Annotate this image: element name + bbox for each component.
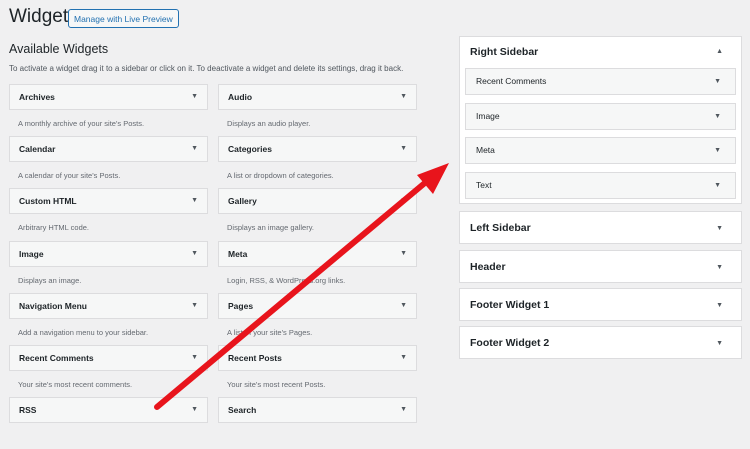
widget-archives-header[interactable]: Archives ▼ (9, 84, 208, 110)
widget-label: Image (19, 249, 44, 259)
widget-categories: Categories ▼ A list or dropdown of categ… (218, 136, 417, 188)
caret-down-icon: ▼ (191, 302, 198, 309)
widget-label: RSS (19, 405, 37, 415)
widget-description: Displays an image. (18, 276, 82, 285)
widget-audio-header[interactable]: Audio ▼ (218, 84, 417, 110)
caret-down-icon: ▼ (400, 145, 407, 152)
widget-label: Archives (19, 92, 55, 102)
caret-down-icon: ▼ (400, 250, 407, 257)
sidebar-widget-label: Text (476, 180, 492, 190)
caret-down-icon: ▼ (400, 197, 407, 204)
widget-rss: RSS ▼ (9, 397, 208, 449)
widget-search-header[interactable]: Search ▼ (218, 397, 417, 423)
widget-archives: Archives ▼ A monthly archive of your sit… (9, 84, 208, 136)
widget-calendar-header[interactable]: Calendar ▼ (9, 136, 208, 162)
widget-label: Pages (228, 301, 254, 311)
widget-meta-header[interactable]: Meta ▼ (218, 241, 417, 267)
widget-pages-header[interactable]: Pages ▼ (218, 293, 417, 319)
footer-widget-1-title: Footer Widget 1 (470, 299, 550, 311)
caret-down-icon: ▼ (191, 145, 198, 152)
widget-search: Search ▼ (218, 397, 417, 449)
widget-label: Custom HTML (19, 196, 77, 206)
caret-down-icon: ▼ (714, 147, 721, 154)
left-sidebar-panel[interactable]: Left Sidebar ▼ (459, 211, 742, 244)
caret-down-icon: ▼ (400, 406, 407, 413)
widget-description: Your site's most recent Posts. (227, 380, 326, 389)
widget-recent-posts-header[interactable]: Recent Posts ▼ (218, 345, 417, 371)
widget-label: Meta (228, 249, 248, 259)
caret-up-icon[interactable]: ▲ (716, 37, 723, 67)
widget-label: Recent Comments (19, 353, 94, 363)
widget-audio: Audio ▼ Displays an audio player. (218, 84, 417, 136)
right-sidebar-panel: Right Sidebar ▲ Recent Comments ▼ Image … (459, 36, 742, 204)
widget-rss-header[interactable]: RSS ▼ (9, 397, 208, 423)
available-widgets-description: To activate a widget drag it to a sideba… (9, 64, 404, 73)
widget-custom-html: Custom HTML ▼ Arbitrary HTML code. (9, 188, 208, 240)
widget-recent-posts: Recent Posts ▼ Your site's most recent P… (218, 345, 417, 397)
sidebar-widget-label: Image (476, 111, 500, 121)
widget-label: Gallery (228, 196, 257, 206)
caret-down-icon: ▼ (400, 354, 407, 361)
widget-label: Calendar (19, 144, 56, 154)
sidebar-widget-text[interactable]: Text ▼ (465, 172, 736, 199)
widget-description: A monthly archive of your site's Posts. (18, 119, 145, 128)
widget-meta: Meta ▼ Login, RSS, & WordPress.org links… (218, 241, 417, 293)
widget-label: Audio (228, 92, 253, 102)
caret-down-icon: ▼ (191, 406, 198, 413)
widget-navigation-menu: Navigation Menu ▼ Add a navigation menu … (9, 293, 208, 345)
sidebar-widget-label: Meta (476, 145, 495, 155)
sidebar-widget-image[interactable]: Image ▼ (465, 103, 736, 130)
widget-label: Recent Posts (228, 353, 282, 363)
caret-down-icon: ▼ (716, 264, 723, 271)
right-sidebar-title[interactable]: Right Sidebar (470, 37, 538, 67)
footer-widget-1-panel[interactable]: Footer Widget 1 ▼ (459, 288, 742, 321)
footer-widget-2-title: Footer Widget 2 (470, 337, 550, 349)
widget-recent-comments-header[interactable]: Recent Comments ▼ (9, 345, 208, 371)
widget-description: Displays an audio player. (227, 119, 311, 128)
widget-description: A calendar of your site's Posts. (18, 171, 121, 180)
widget-calendar: Calendar ▼ A calendar of your site's Pos… (9, 136, 208, 188)
widget-navigation-menu-header[interactable]: Navigation Menu ▼ (9, 293, 208, 319)
widget-description: Arbitrary HTML code. (18, 223, 89, 232)
widget-description: Displays an image gallery. (227, 223, 314, 232)
widget-description: Add a navigation menu to your sidebar. (18, 328, 149, 337)
caret-down-icon: ▼ (191, 197, 198, 204)
caret-down-icon: ▼ (400, 93, 407, 100)
available-widgets-title: Available Widgets (9, 42, 109, 56)
caret-down-icon: ▼ (400, 302, 407, 309)
arrow-head (417, 163, 449, 194)
manage-live-preview-button[interactable]: Manage with Live Preview (68, 9, 179, 28)
widget-image: Image ▼ Displays an image. (9, 241, 208, 293)
widget-label: Navigation Menu (19, 301, 88, 311)
widget-gallery-header[interactable]: Gallery ▼ (218, 188, 417, 214)
caret-down-icon: ▼ (714, 113, 721, 120)
caret-down-icon: ▼ (191, 250, 198, 257)
sidebar-widget-recent-comments[interactable]: Recent Comments ▼ (465, 68, 736, 95)
caret-down-icon: ▼ (716, 340, 723, 347)
widget-recent-comments: Recent Comments ▼ Your site's most recen… (9, 345, 208, 397)
widget-description: Login, RSS, & WordPress.org links. (227, 276, 346, 285)
widget-label: Categories (228, 144, 272, 154)
widget-gallery: Gallery ▼ Displays an image gallery. (218, 188, 417, 240)
widget-categories-header[interactable]: Categories ▼ (218, 136, 417, 162)
widget-image-header[interactable]: Image ▼ (9, 241, 208, 267)
caret-down-icon: ▼ (191, 354, 198, 361)
widget-description: A list or dropdown of categories. (227, 171, 334, 180)
widget-custom-html-header[interactable]: Custom HTML ▼ (9, 188, 208, 214)
caret-down-icon: ▼ (716, 225, 723, 232)
widget-pages: Pages ▼ A list of your site's Pages. (218, 293, 417, 345)
footer-widget-2-panel[interactable]: Footer Widget 2 ▼ (459, 326, 742, 359)
widget-label: Search (228, 405, 257, 415)
caret-down-icon: ▼ (191, 93, 198, 100)
widget-description: Your site's most recent comments. (18, 380, 133, 389)
caret-down-icon: ▼ (716, 302, 723, 309)
left-sidebar-title: Left Sidebar (470, 222, 531, 234)
sidebar-widget-meta[interactable]: Meta ▼ (465, 137, 736, 164)
widget-description: A list of your site's Pages. (227, 328, 313, 337)
header-sidebar-title: Header (470, 261, 506, 273)
caret-down-icon: ▼ (714, 182, 721, 189)
caret-down-icon: ▼ (714, 78, 721, 85)
sidebar-widget-label: Recent Comments (476, 76, 547, 86)
header-sidebar-panel[interactable]: Header ▼ (459, 250, 742, 283)
